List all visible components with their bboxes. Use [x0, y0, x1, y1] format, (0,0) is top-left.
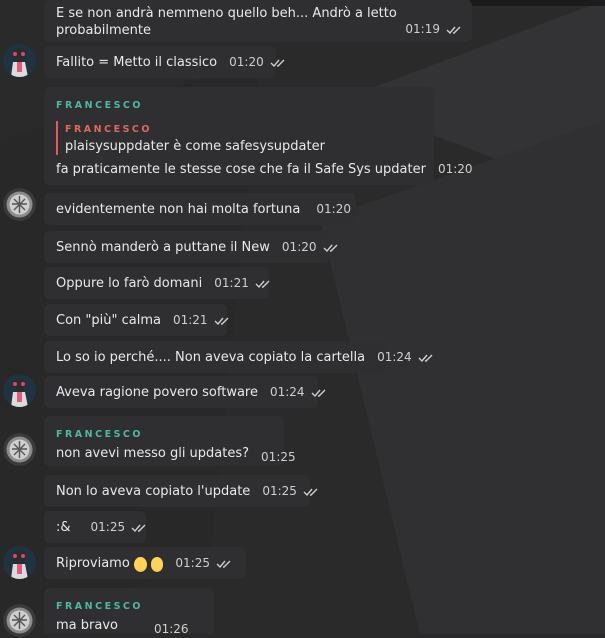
avatar-francesco[interactable]	[3, 433, 36, 466]
top-strip	[470, 0, 605, 6]
message-bubble[interactable]: Lo so io perché.... Non aveva copiato la…	[44, 341, 433, 373]
message-bubble[interactable]: Riproviamo 01:25	[44, 547, 246, 579]
double-check-icon	[446, 26, 461, 34]
message-bubble[interactable]: FRANCESCO FRANCESCO plaisysuppdater è co…	[44, 87, 473, 185]
message-time: 01:21	[214, 276, 249, 290]
double-check-icon	[311, 389, 326, 397]
message-bubble[interactable]: E se non andrà nemmeno quello beh... And…	[44, 0, 472, 42]
message-text: non avevi messo gli updates?	[56, 446, 250, 461]
double-check-icon	[303, 488, 318, 496]
avatar-francesco[interactable]	[3, 188, 36, 221]
double-check-icon	[323, 244, 338, 252]
message-text: ma bravo	[56, 618, 118, 633]
message-bubble[interactable]: evidentemente non hai molta fortuna 01:2…	[44, 193, 356, 225]
double-check-icon	[216, 560, 231, 568]
avatar-user-anime[interactable]	[3, 374, 36, 407]
message-bubble[interactable]: FRANCESCO ma bravo 01:26	[44, 588, 214, 636]
message-text: Oppure lo farò domani	[56, 276, 203, 291]
avatar-user-anime[interactable]	[3, 546, 36, 579]
message-text: Con "più" calma	[56, 313, 161, 328]
avatar-francesco[interactable]	[3, 604, 36, 637]
message-text: :&	[56, 520, 71, 535]
sweat-smile-emoji	[150, 557, 164, 572]
message-text: Fallito = Metto il classico	[56, 55, 218, 70]
message-time: 01:26	[153, 622, 189, 636]
avatar-user-anime[interactable]	[3, 44, 36, 77]
sweat-smile-emoji	[133, 557, 147, 572]
message-time: 01:19	[405, 22, 440, 36]
reply-quote[interactable]: FRANCESCO plaisysuppdater è come safesys…	[56, 121, 422, 155]
message-time: 01:20	[437, 162, 473, 176]
message-text: evidentemente non hai molta fortuna	[56, 202, 301, 217]
message-time: 01:24	[377, 350, 412, 364]
message-bubble[interactable]: :& 01:25	[44, 511, 146, 543]
double-check-icon	[255, 280, 270, 288]
message-text: Sennò manderò a puttane il New	[56, 240, 270, 255]
double-check-icon	[270, 59, 285, 67]
sender-name[interactable]: FRANCESCO	[56, 598, 202, 615]
sender-name[interactable]: FRANCESCO	[56, 97, 422, 114]
message-time: 01:25	[175, 556, 210, 570]
message-time: 01:20	[316, 202, 351, 216]
message-bubble[interactable]: Sennò manderò a puttane il New 01:20	[44, 231, 338, 263]
message-bubble[interactable]: Aveva ragione povero software 01:24	[44, 376, 326, 408]
message-time: 01:25	[90, 520, 126, 534]
message-bubble[interactable]: FRANCESCO non avevi messo gli updates? 0…	[44, 416, 296, 466]
message-time: 01:24	[269, 385, 305, 399]
double-check-icon	[418, 354, 433, 362]
message-time: 01:20	[229, 55, 264, 69]
message-bubble[interactable]: Fallito = Metto il classico 01:20	[44, 46, 285, 78]
message-time: 01:20	[281, 240, 317, 254]
message-text: Lo so io perché.... Non aveva copiato la…	[56, 350, 366, 365]
message-bubble[interactable]: Non lo aveva copiato l'update 01:25	[44, 475, 318, 507]
message-text: Riproviamo	[56, 556, 130, 571]
double-check-icon	[214, 317, 229, 325]
message-time: 01:21	[172, 313, 208, 327]
reply-text: plaisysuppdater è come safesysupdater	[65, 139, 325, 154]
message-bubble[interactable]: Oppure lo farò domani 01:21	[44, 267, 270, 299]
message-text: fa praticamente le stesse cose che fa il…	[56, 162, 426, 177]
message-text: Aveva ragione povero software	[56, 385, 258, 400]
reply-sender-name: FRANCESCO	[65, 124, 152, 135]
double-check-icon	[131, 524, 146, 532]
message-time: 01:25	[261, 450, 296, 464]
message-text: Non lo aveva copiato l'update	[56, 484, 251, 499]
message-time: 01:25	[262, 484, 297, 498]
message-bubble[interactable]: Con "più" calma 01:21	[44, 304, 229, 336]
message-text: E se non andrà nemmeno quello beh... And…	[56, 6, 397, 38]
sender-name[interactable]: FRANCESCO	[56, 426, 272, 443]
